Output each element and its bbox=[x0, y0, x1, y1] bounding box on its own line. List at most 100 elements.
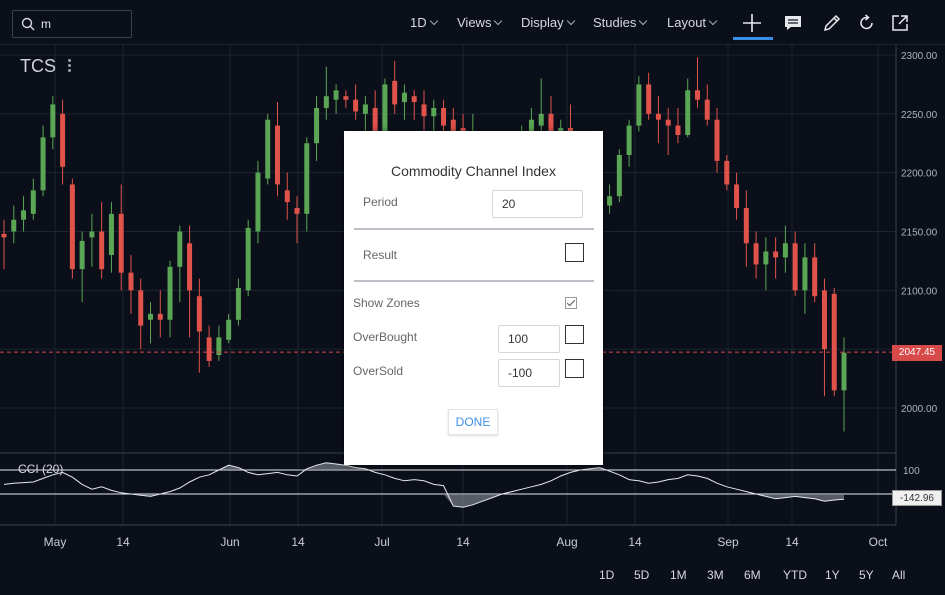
candle-body bbox=[40, 137, 46, 191]
range-1m[interactable]: 1M bbox=[670, 568, 687, 582]
candle-body bbox=[1, 233, 7, 238]
candle-body bbox=[401, 92, 407, 103]
candle-body bbox=[30, 190, 36, 214]
chevron-down-icon bbox=[566, 16, 575, 26]
time-axis-label: 14 bbox=[628, 535, 642, 549]
candle-body bbox=[353, 99, 359, 112]
period-input[interactable] bbox=[492, 190, 583, 218]
candle-body bbox=[323, 96, 329, 108]
done-button[interactable]: DONE bbox=[448, 409, 498, 435]
price-axis-label: 2000.00 bbox=[901, 404, 938, 415]
candle-body bbox=[646, 84, 652, 114]
candle-body bbox=[177, 231, 183, 267]
candle-body bbox=[235, 287, 241, 320]
oversold-input[interactable] bbox=[498, 359, 560, 387]
active-tab-indicator bbox=[733, 37, 773, 40]
candle-body bbox=[362, 104, 368, 114]
dialog-title: Commodity Channel Index bbox=[391, 163, 556, 179]
candle-body bbox=[675, 125, 681, 136]
overbought-label: OverBought bbox=[353, 330, 418, 344]
overbought-input[interactable] bbox=[498, 325, 560, 353]
candle-body bbox=[812, 257, 818, 297]
symbol-search-box[interactable] bbox=[12, 10, 132, 38]
price-axis-label: 2200.00 bbox=[901, 169, 938, 180]
candle-body bbox=[382, 84, 388, 138]
range-5d[interactable]: 5D bbox=[634, 568, 649, 582]
plus-icon[interactable] bbox=[741, 12, 763, 34]
candle-body bbox=[831, 293, 837, 391]
candle-body bbox=[138, 290, 144, 326]
candle-body bbox=[655, 113, 661, 120]
candle-body bbox=[226, 319, 232, 340]
candle-body bbox=[196, 296, 202, 332]
candle-body bbox=[626, 125, 632, 156]
oversold-color-swatch[interactable] bbox=[565, 359, 584, 378]
views-label: Views bbox=[457, 15, 492, 30]
interval-label: 1D bbox=[410, 15, 427, 30]
candle-body bbox=[714, 119, 720, 161]
range-1y[interactable]: 1Y bbox=[825, 568, 840, 582]
views-dropdown[interactable]: Views bbox=[457, 15, 503, 30]
price-axis-label: 2250.00 bbox=[901, 110, 938, 121]
symbol-menu-icon[interactable] bbox=[68, 58, 72, 74]
range-ytd[interactable]: YTD bbox=[783, 568, 807, 582]
candle-body bbox=[79, 240, 85, 270]
refresh-icon[interactable] bbox=[856, 12, 878, 34]
cci-axis-label: 100 bbox=[903, 466, 920, 477]
overbought-color-swatch[interactable] bbox=[565, 325, 584, 344]
candle-body bbox=[665, 119, 671, 126]
time-axis-label: Sep bbox=[717, 535, 739, 549]
candle-body bbox=[304, 143, 310, 214]
current-price-tag: 2047.45 bbox=[892, 345, 942, 361]
show-zones-label: Show Zones bbox=[353, 296, 420, 310]
chevron-down-icon bbox=[639, 16, 648, 26]
candle-body bbox=[89, 231, 95, 238]
comment-icon[interactable] bbox=[782, 12, 804, 34]
symbol-search-input[interactable] bbox=[41, 15, 127, 33]
show-zones-checkbox[interactable] bbox=[565, 297, 577, 309]
interval-dropdown[interactable]: 1D bbox=[410, 15, 438, 30]
layout-dropdown[interactable]: Layout bbox=[667, 15, 718, 30]
candle-body bbox=[411, 96, 417, 103]
candle-body bbox=[607, 196, 613, 206]
result-color-swatch[interactable] bbox=[565, 243, 584, 262]
symbol-name: TCS bbox=[20, 56, 56, 76]
range-all[interactable]: All bbox=[892, 568, 905, 582]
candle-body bbox=[821, 290, 827, 350]
time-axis-label: Oct bbox=[869, 535, 888, 549]
candle-body bbox=[118, 213, 124, 273]
candle-body bbox=[792, 243, 798, 291]
export-icon[interactable] bbox=[889, 12, 911, 34]
pencil-icon[interactable] bbox=[821, 12, 843, 34]
candle-body bbox=[694, 90, 700, 100]
candle-body bbox=[60, 113, 66, 167]
studies-label: Studies bbox=[593, 15, 637, 30]
chevron-down-icon bbox=[708, 16, 718, 26]
candle-body bbox=[11, 219, 17, 232]
divider bbox=[354, 280, 594, 282]
candle-body bbox=[841, 352, 847, 391]
chevron-down-icon bbox=[494, 16, 503, 26]
candle-body bbox=[21, 210, 27, 220]
candle-body bbox=[294, 207, 300, 214]
indicator-label[interactable]: CCI (20) bbox=[18, 462, 63, 476]
candle-body bbox=[314, 107, 320, 144]
candle-body bbox=[528, 119, 534, 132]
time-axis-label: 14 bbox=[456, 535, 470, 549]
candle-body bbox=[431, 107, 437, 117]
candle-body bbox=[441, 107, 447, 126]
candle-body bbox=[108, 213, 114, 256]
cci-settings-dialog: Commodity Channel Index Period Result Sh… bbox=[344, 131, 603, 465]
candle-body bbox=[636, 84, 642, 126]
range-6m[interactable]: 6M bbox=[744, 568, 761, 582]
display-dropdown[interactable]: Display bbox=[521, 15, 575, 30]
display-label: Display bbox=[521, 15, 564, 30]
range-1d[interactable]: 1D bbox=[599, 568, 614, 582]
candle-body bbox=[167, 266, 173, 320]
search-icon bbox=[21, 17, 35, 31]
candle-body bbox=[782, 243, 788, 258]
range-5y[interactable]: 5Y bbox=[859, 568, 874, 582]
studies-dropdown[interactable]: Studies bbox=[593, 15, 648, 30]
time-axis-label: 14 bbox=[116, 535, 130, 549]
range-3m[interactable]: 3M bbox=[707, 568, 724, 582]
